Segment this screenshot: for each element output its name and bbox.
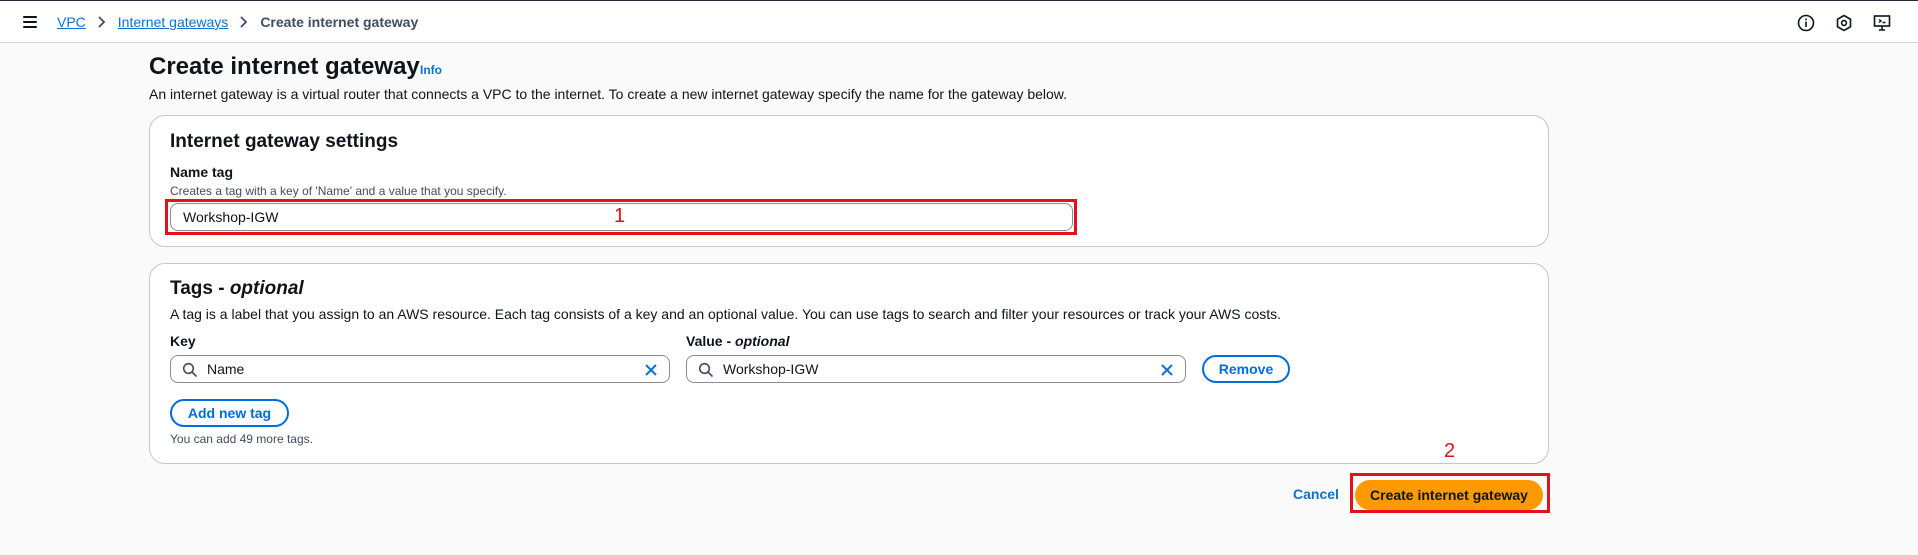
tag-key-input[interactable]: Name	[170, 355, 670, 383]
tag-key-value: Name	[207, 361, 245, 377]
tags-panel: Tags - optional A tag is a label that yo…	[149, 263, 1549, 464]
page-description: An internet gateway is a virtual router …	[149, 86, 1068, 102]
top-navigation-bar: VPC Internet gateways Create internet ga…	[0, 0, 1918, 43]
breadcrumb-link-internet-gateways[interactable]: Internet gateways	[118, 14, 229, 30]
value-label-optional: optional	[735, 333, 790, 349]
tags-heading-optional: optional	[229, 278, 304, 299]
breadcrumb-link-vpc[interactable]: VPC	[57, 14, 86, 30]
breadcrumb-current: Create internet gateway	[260, 14, 419, 30]
settings-hex-icon[interactable]	[1834, 13, 1854, 33]
search-icon	[182, 362, 198, 381]
cancel-button[interactable]: Cancel	[1293, 486, 1339, 502]
search-icon	[698, 362, 714, 381]
annotation-marker-1: 1	[614, 205, 626, 227]
annotation-marker-2: 2	[1444, 440, 1456, 462]
page-title: Create internet gateway	[149, 53, 420, 80]
info-link[interactable]: Info	[420, 63, 442, 77]
info-circle-icon[interactable]	[1796, 13, 1816, 33]
value-label-text: Value -	[686, 333, 736, 349]
add-new-tag-button[interactable]: Add new tag	[170, 399, 289, 427]
name-tag-hint: Creates a tag with a key of 'Name' and a…	[170, 184, 507, 198]
breadcrumb: VPC Internet gateways Create internet ga…	[57, 14, 418, 30]
name-tag-label: Name tag	[170, 164, 234, 180]
tag-value-value: Workshop-IGW	[723, 361, 819, 377]
settings-heading: Internet gateway settings	[170, 131, 399, 152]
screen-icon[interactable]	[1872, 13, 1892, 33]
top-right-tools	[1796, 13, 1892, 33]
close-icon[interactable]	[643, 362, 659, 381]
chevron-right-icon	[240, 16, 248, 28]
close-icon[interactable]	[1159, 362, 1175, 381]
chevron-right-icon	[98, 16, 106, 28]
menu-icon[interactable]	[20, 12, 40, 32]
value-label: Value - optional	[686, 333, 789, 349]
tags-description: A tag is a label that you assign to an A…	[170, 306, 1282, 322]
tags-heading: Tags - optional	[170, 278, 304, 300]
tags-remaining-note: You can add 49 more tags.	[170, 432, 313, 446]
create-internet-gateway-button[interactable]: Create internet gateway	[1355, 480, 1543, 510]
remove-tag-button[interactable]: Remove	[1202, 355, 1290, 383]
tags-heading-text: Tags -	[170, 278, 230, 299]
key-label: Key	[170, 333, 196, 349]
tag-value-input[interactable]: Workshop-IGW	[686, 355, 1186, 383]
